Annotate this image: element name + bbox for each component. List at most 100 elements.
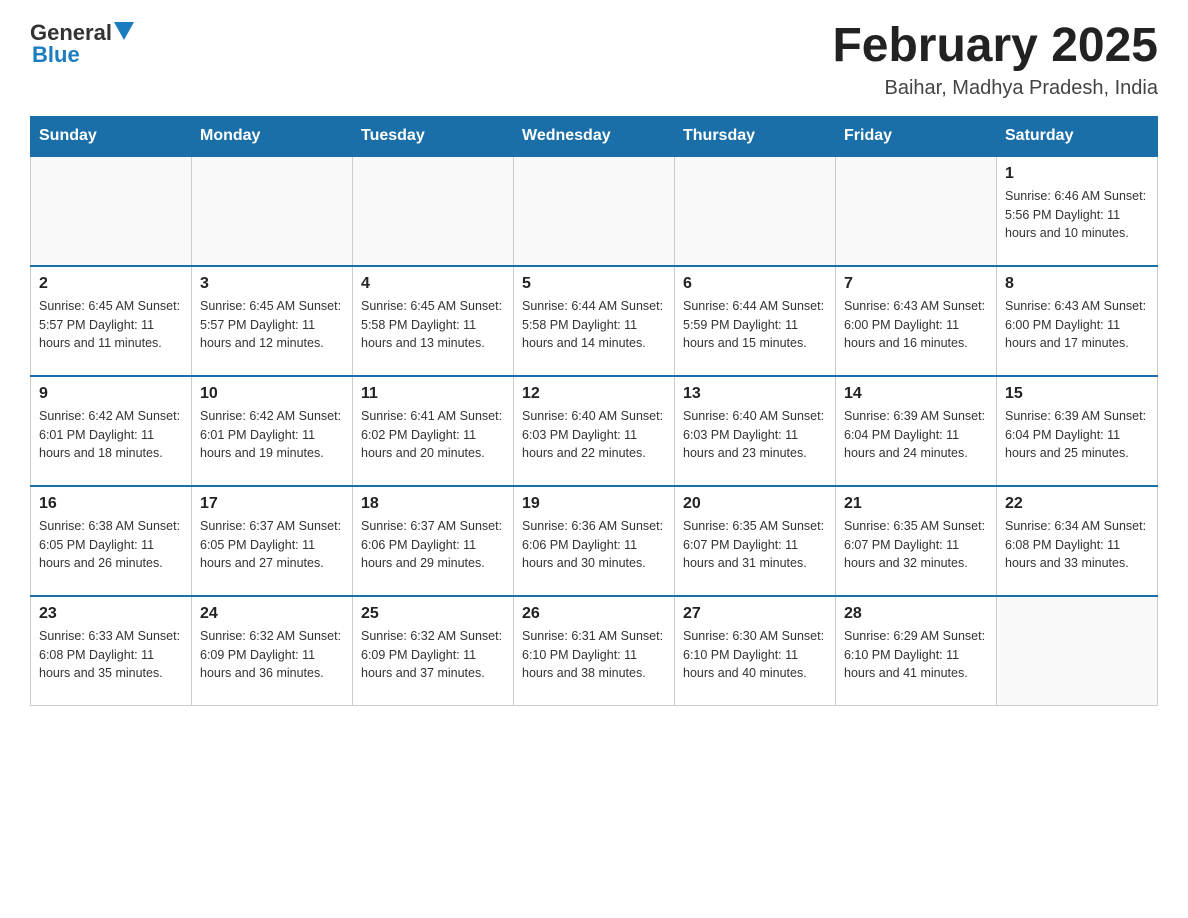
calendar-day-cell: 26Sunrise: 6:31 AM Sunset: 6:10 PM Dayli… bbox=[514, 596, 675, 706]
calendar-table: SundayMondayTuesdayWednesdayThursdayFrid… bbox=[30, 116, 1158, 707]
day-number: 23 bbox=[39, 605, 183, 623]
calendar-day-cell: 11 Sunrise: 6:41 AM Sunset: 6:02 PM Dayli… bbox=[353, 376, 514, 486]
day-info: Sunrise: 6:35 AM Sunset: 6:07 PM Dayligh… bbox=[683, 517, 827, 573]
calendar-day-cell: 7 Sunrise: 6:43 AM Sunset: 6:00 PM Daylig… bbox=[836, 266, 997, 376]
day-number: 25 bbox=[361, 605, 505, 623]
day-number: 28 bbox=[844, 605, 988, 623]
calendar-day-cell bbox=[514, 156, 675, 266]
calendar-day-cell: 12 Sunrise: 6:40 AM Sunset: 6:03 PM Dayli… bbox=[514, 376, 675, 486]
day-info: Sunrise: 6:40 AM Sunset: 6:03 PM Dayligh… bbox=[522, 407, 666, 463]
day-number: 27 bbox=[683, 605, 827, 623]
calendar-day-cell: 13 Sunrise: 6:40 AM Sunset: 6:03 PM Dayli… bbox=[675, 376, 836, 486]
calendar-subtitle: Baihar, Madhya Pradesh, India bbox=[832, 77, 1158, 100]
logo: General Blue bbox=[30, 20, 134, 68]
calendar-week-row: 2 Sunrise: 6:45 AM Sunset: 5:57 PM Daylig… bbox=[31, 266, 1158, 376]
day-number: 24 bbox=[200, 605, 344, 623]
day-number: 11 bbox=[361, 385, 505, 403]
day-number: 7 bbox=[844, 275, 988, 293]
calendar-day-cell bbox=[836, 156, 997, 266]
day-info: Sunrise: 6:41 AM Sunset: 6:02 PM Dayligh… bbox=[361, 407, 505, 463]
calendar-day-cell: 18Sunrise: 6:37 AM Sunset: 6:06 PM Dayli… bbox=[353, 486, 514, 596]
logo-triangle-icon bbox=[114, 22, 134, 40]
day-info: Sunrise: 6:40 AM Sunset: 6:03 PM Dayligh… bbox=[683, 407, 827, 463]
day-number: 9 bbox=[39, 385, 183, 403]
calendar-day-cell: 14 Sunrise: 6:39 AM Sunset: 6:04 PM Dayli… bbox=[836, 376, 997, 486]
day-info: Sunrise: 6:35 AM Sunset: 6:07 PM Dayligh… bbox=[844, 517, 988, 573]
calendar-day-cell: 21Sunrise: 6:35 AM Sunset: 6:07 PM Dayli… bbox=[836, 486, 997, 596]
calendar-day-cell bbox=[675, 156, 836, 266]
day-of-week-header: Sunday bbox=[31, 116, 192, 156]
day-number: 26 bbox=[522, 605, 666, 623]
logo-blue-text: Blue bbox=[32, 42, 80, 68]
calendar-day-cell: 2 Sunrise: 6:45 AM Sunset: 5:57 PM Daylig… bbox=[31, 266, 192, 376]
day-of-week-header: Friday bbox=[836, 116, 997, 156]
calendar-day-cell: 25 Sunrise: 6:32 AM Sunset: 6:09 PM Dayli… bbox=[353, 596, 514, 706]
calendar-day-cell: 5 Sunrise: 6:44 AM Sunset: 5:58 PM Daylig… bbox=[514, 266, 675, 376]
day-number: 10 bbox=[200, 385, 344, 403]
day-info: Sunrise: 6:33 AM Sunset: 6:08 PM Dayligh… bbox=[39, 627, 183, 683]
calendar-day-cell: 15Sunrise: 6:39 AM Sunset: 6:04 PM Dayli… bbox=[997, 376, 1158, 486]
day-info: Sunrise: 6:39 AM Sunset: 6:04 PM Dayligh… bbox=[844, 407, 988, 463]
calendar-day-cell: 1 Sunrise: 6:46 AM Sunset: 5:56 PM Daylig… bbox=[997, 156, 1158, 266]
calendar-title: February 2025 bbox=[832, 20, 1158, 73]
day-number: 13 bbox=[683, 385, 827, 403]
calendar-day-cell: 8Sunrise: 6:43 AM Sunset: 6:00 PM Daylig… bbox=[997, 266, 1158, 376]
calendar-day-cell: 24 Sunrise: 6:32 AM Sunset: 6:09 PM Dayli… bbox=[192, 596, 353, 706]
calendar-day-cell: 4Sunrise: 6:45 AM Sunset: 5:58 PM Daylig… bbox=[353, 266, 514, 376]
calendar-week-row: 16 Sunrise: 6:38 AM Sunset: 6:05 PM Dayli… bbox=[31, 486, 1158, 596]
day-info: Sunrise: 6:45 AM Sunset: 5:58 PM Dayligh… bbox=[361, 297, 505, 353]
day-info: Sunrise: 6:46 AM Sunset: 5:56 PM Dayligh… bbox=[1005, 187, 1149, 243]
day-info: Sunrise: 6:45 AM Sunset: 5:57 PM Dayligh… bbox=[200, 297, 344, 353]
day-number: 3 bbox=[200, 275, 344, 293]
calendar-day-cell: 6Sunrise: 6:44 AM Sunset: 5:59 PM Daylig… bbox=[675, 266, 836, 376]
day-number: 2 bbox=[39, 275, 183, 293]
day-number: 1 bbox=[1005, 165, 1149, 183]
calendar-day-cell bbox=[31, 156, 192, 266]
day-number: 16 bbox=[39, 495, 183, 513]
calendar-day-cell: 16 Sunrise: 6:38 AM Sunset: 6:05 PM Dayli… bbox=[31, 486, 192, 596]
calendar-day-cell: 17Sunrise: 6:37 AM Sunset: 6:05 PM Dayli… bbox=[192, 486, 353, 596]
day-info: Sunrise: 6:39 AM Sunset: 6:04 PM Dayligh… bbox=[1005, 407, 1149, 463]
day-of-week-header: Thursday bbox=[675, 116, 836, 156]
day-number: 6 bbox=[683, 275, 827, 293]
day-info: Sunrise: 6:32 AM Sunset: 6:09 PM Dayligh… bbox=[361, 627, 505, 683]
day-info: Sunrise: 6:37 AM Sunset: 6:05 PM Dayligh… bbox=[200, 517, 344, 573]
day-of-week-header: Saturday bbox=[997, 116, 1158, 156]
calendar-header-row: SundayMondayTuesdayWednesdayThursdayFrid… bbox=[31, 116, 1158, 156]
calendar-day-cell: 27 Sunrise: 6:30 AM Sunset: 6:10 PM Dayli… bbox=[675, 596, 836, 706]
day-of-week-header: Tuesday bbox=[353, 116, 514, 156]
day-info: Sunrise: 6:29 AM Sunset: 6:10 PM Dayligh… bbox=[844, 627, 988, 683]
calendar-day-cell: 9 Sunrise: 6:42 AM Sunset: 6:01 PM Daylig… bbox=[31, 376, 192, 486]
calendar-day-cell: 19 Sunrise: 6:36 AM Sunset: 6:06 PM Dayli… bbox=[514, 486, 675, 596]
day-of-week-header: Wednesday bbox=[514, 116, 675, 156]
calendar-day-cell: 28 Sunrise: 6:29 AM Sunset: 6:10 PM Dayli… bbox=[836, 596, 997, 706]
day-info: Sunrise: 6:42 AM Sunset: 6:01 PM Dayligh… bbox=[200, 407, 344, 463]
day-number: 22 bbox=[1005, 495, 1149, 513]
calendar-day-cell bbox=[353, 156, 514, 266]
calendar-day-cell: 20 Sunrise: 6:35 AM Sunset: 6:07 PM Dayli… bbox=[675, 486, 836, 596]
day-info: Sunrise: 6:37 AM Sunset: 6:06 PM Dayligh… bbox=[361, 517, 505, 573]
day-info: Sunrise: 6:42 AM Sunset: 6:01 PM Dayligh… bbox=[39, 407, 183, 463]
day-info: Sunrise: 6:45 AM Sunset: 5:57 PM Dayligh… bbox=[39, 297, 183, 353]
calendar-day-cell: 10 Sunrise: 6:42 AM Sunset: 6:01 PM Dayli… bbox=[192, 376, 353, 486]
day-number: 19 bbox=[522, 495, 666, 513]
calendar-day-cell bbox=[997, 596, 1158, 706]
day-number: 12 bbox=[522, 385, 666, 403]
day-info: Sunrise: 6:38 AM Sunset: 6:05 PM Dayligh… bbox=[39, 517, 183, 573]
calendar-week-row: 23 Sunrise: 6:33 AM Sunset: 6:08 PM Dayli… bbox=[31, 596, 1158, 706]
day-info: Sunrise: 6:44 AM Sunset: 5:58 PM Dayligh… bbox=[522, 297, 666, 353]
day-info: Sunrise: 6:43 AM Sunset: 6:00 PM Dayligh… bbox=[844, 297, 988, 353]
day-number: 5 bbox=[522, 275, 666, 293]
day-number: 14 bbox=[844, 385, 988, 403]
calendar-week-row: 9 Sunrise: 6:42 AM Sunset: 6:01 PM Daylig… bbox=[31, 376, 1158, 486]
day-number: 8 bbox=[1005, 275, 1149, 293]
day-info: Sunrise: 6:34 AM Sunset: 6:08 PM Dayligh… bbox=[1005, 517, 1149, 573]
day-info: Sunrise: 6:32 AM Sunset: 6:09 PM Dayligh… bbox=[200, 627, 344, 683]
calendar-day-cell: 22 Sunrise: 6:34 AM Sunset: 6:08 PM Dayli… bbox=[997, 486, 1158, 596]
day-number: 20 bbox=[683, 495, 827, 513]
day-info: Sunrise: 6:36 AM Sunset: 6:06 PM Dayligh… bbox=[522, 517, 666, 573]
title-block: February 2025 Baihar, Madhya Pradesh, In… bbox=[832, 20, 1158, 100]
calendar-week-row: 1 Sunrise: 6:46 AM Sunset: 5:56 PM Daylig… bbox=[31, 156, 1158, 266]
calendar-day-cell: 23 Sunrise: 6:33 AM Sunset: 6:08 PM Dayli… bbox=[31, 596, 192, 706]
day-info: Sunrise: 6:30 AM Sunset: 6:10 PM Dayligh… bbox=[683, 627, 827, 683]
